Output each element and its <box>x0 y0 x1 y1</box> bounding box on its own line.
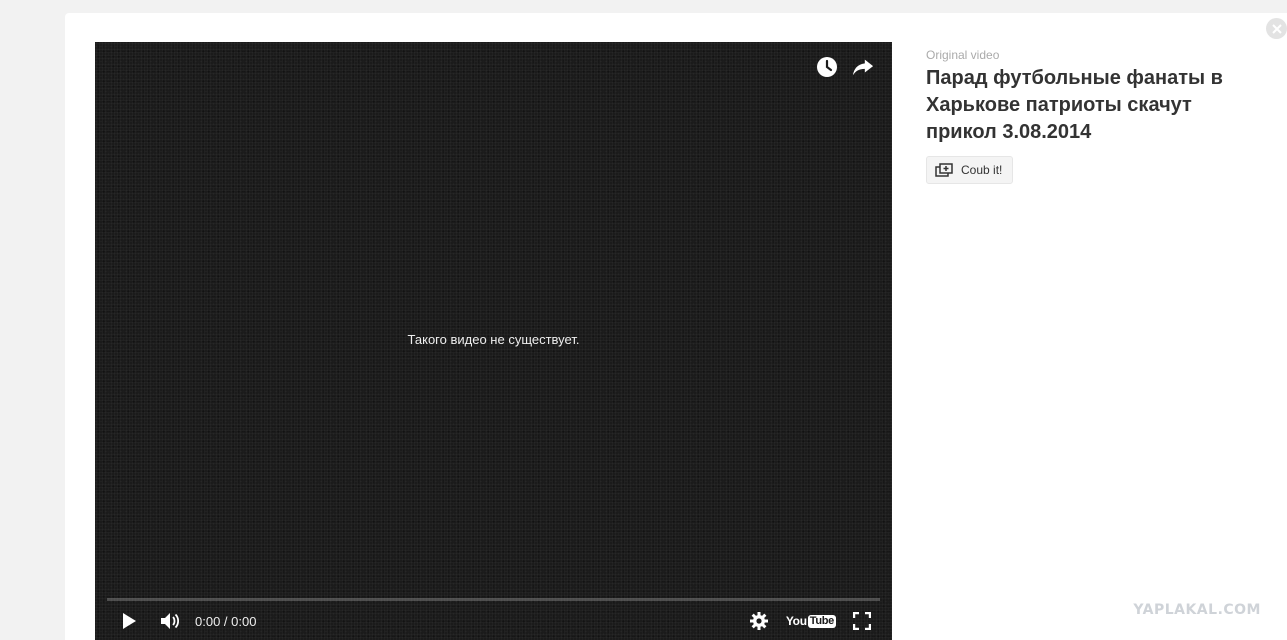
error-message: Такого видео не существует. <box>407 332 580 347</box>
volume-button[interactable] <box>155 606 185 636</box>
video-player[interactable]: Такого видео не существует. 0:00 / 0:00 <box>95 42 892 640</box>
youtube-logo-button[interactable]: You Tube <box>786 606 836 636</box>
site-watermark: YAPLAKAL.COM <box>1133 602 1261 618</box>
youtube-logo-tube: Tube <box>807 614 836 628</box>
video-info: Original video Парад футбольные фанаты в… <box>926 48 1256 184</box>
coub-it-button[interactable]: Coub it! <box>926 156 1014 184</box>
close-icon <box>1271 23 1282 34</box>
play-icon <box>123 613 136 629</box>
player-top-icons <box>816 56 874 78</box>
watch-later-button[interactable] <box>816 56 838 78</box>
fullscreen-button[interactable] <box>848 606 876 636</box>
youtube-logo: You Tube <box>786 614 836 628</box>
original-video-label: Original video <box>926 48 1000 62</box>
player-controls: 0:00 / 0:00 You Tube <box>95 602 892 640</box>
time-display: 0:00 / 0:00 <box>195 613 257 629</box>
video-title: Парад футбольные фанаты в Харькове патри… <box>926 67 1223 143</box>
play-button[interactable] <box>113 606 145 636</box>
youtube-logo-text: You <box>785 614 807 628</box>
coub-it-label: Coub it! <box>961 163 1003 177</box>
fullscreen-icon <box>853 612 871 630</box>
coub-icon <box>935 163 953 177</box>
progress-bar[interactable] <box>107 598 880 601</box>
volume-icon <box>161 613 180 629</box>
close-button[interactable] <box>1266 18 1287 39</box>
clock-icon <box>817 57 837 77</box>
settings-button[interactable] <box>746 606 772 636</box>
gear-icon <box>749 612 768 630</box>
share-button[interactable] <box>852 56 874 78</box>
share-icon <box>852 59 874 76</box>
